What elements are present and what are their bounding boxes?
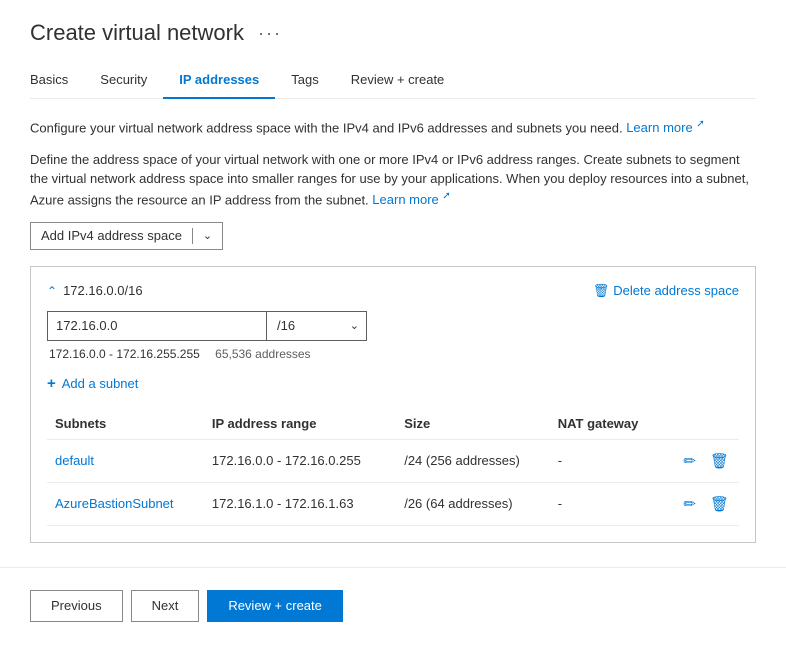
previous-button[interactable]: Previous — [30, 590, 123, 622]
external-link-icon-2: ➚ — [442, 191, 450, 202]
tab-ip-addresses[interactable]: IP addresses — [163, 64, 275, 99]
tab-security[interactable]: Security — [84, 64, 163, 99]
page-title: Create virtual network — [30, 20, 244, 46]
learn-more-link-2[interactable]: Learn more ➚ — [372, 192, 451, 207]
subnet-ip-range-1: 172.16.1.0 - 172.16.1.63 — [204, 482, 396, 525]
prefix-select-wrap: /8/9/10/11 /12/13/14/15 /16/17/18/19/20 … — [267, 311, 367, 341]
add-ipv4-address-space-button[interactable]: Add IPv4 address space ⌄ — [30, 222, 223, 250]
row-0-actions: ✏ 🗑 — [670, 450, 731, 472]
plus-icon: + — [47, 375, 56, 392]
table-row: default 172.16.0.0 - 172.16.0.255 /24 (2… — [47, 439, 739, 482]
subnet-link-default[interactable]: default — [55, 453, 94, 468]
address-input-row: /8/9/10/11 /12/13/14/15 /16/17/18/19/20 … — [47, 311, 739, 341]
edit-subnet-0-button[interactable]: ✏ — [681, 450, 698, 472]
col-header-nat: NAT gateway — [550, 410, 663, 440]
add-subnet-button[interactable]: + Add a subnet — [47, 375, 138, 392]
footer-divider — [0, 567, 786, 568]
button-separator — [192, 228, 193, 244]
chevron-down-icon: ⌄ — [203, 229, 212, 242]
collapse-icon[interactable]: ⌃ — [47, 284, 57, 298]
tab-tags[interactable]: Tags — [275, 64, 334, 99]
col-header-ip-range: IP address range — [204, 410, 396, 440]
description-line2: Define the address space of your virtual… — [30, 150, 756, 210]
external-link-icon-1: ➚ — [696, 119, 704, 130]
subnet-size-1: /26 (64 addresses) — [396, 482, 550, 525]
delete-subnet-1-button[interactable]: 🗑 — [708, 493, 731, 515]
footer-buttons: Previous Next Review + create — [30, 584, 756, 622]
subnet-ip-range-0: 172.16.0.0 - 172.16.0.255 — [204, 439, 396, 482]
ip-address-input[interactable] — [47, 311, 267, 341]
address-range-text: 172.16.0.0 - 172.16.255.255 65,536 addre… — [47, 347, 739, 361]
delete-subnet-0-button[interactable]: 🗑 — [708, 450, 731, 472]
address-space-title: ⌃ 172.16.0.0/16 — [47, 283, 143, 298]
delete-address-space-link[interactable]: 🗑 Delete address space — [593, 283, 739, 299]
learn-more-link-1[interactable]: Learn more ➚ — [626, 120, 705, 135]
review-create-button[interactable]: Review + create — [207, 590, 343, 622]
description-line1: Configure your virtual network address s… — [30, 117, 756, 138]
next-button[interactable]: Next — [131, 590, 200, 622]
col-header-subnets: Subnets — [47, 410, 204, 440]
subnet-nat-1: - — [550, 482, 663, 525]
address-space-header: ⌃ 172.16.0.0/16 🗑 Delete address space — [47, 283, 739, 299]
table-row: AzureBastionSubnet 172.16.1.0 - 172.16.1… — [47, 482, 739, 525]
row-1-actions: ✏ 🗑 — [670, 493, 731, 515]
tab-review-create[interactable]: Review + create — [335, 64, 461, 99]
subnet-table: Subnets IP address range Size NAT gatewa… — [47, 410, 739, 526]
subnet-nat-0: - — [550, 439, 663, 482]
tabs-navigation: Basics Security IP addresses Tags Review… — [30, 64, 756, 99]
trash-icon: 🗑 — [593, 283, 610, 299]
edit-subnet-1-button[interactable]: ✏ — [681, 493, 698, 515]
subnet-link-azurebastion[interactable]: AzureBastionSubnet — [55, 496, 174, 511]
prefix-select[interactable]: /8/9/10/11 /12/13/14/15 /16/17/18/19/20 — [267, 311, 367, 341]
subnet-size-0: /24 (256 addresses) — [396, 439, 550, 482]
col-header-size: Size — [396, 410, 550, 440]
tab-basics[interactable]: Basics — [30, 64, 84, 99]
address-space-container: ⌃ 172.16.0.0/16 🗑 Delete address space /… — [30, 266, 756, 543]
more-options-button[interactable]: ··· — [254, 23, 286, 44]
